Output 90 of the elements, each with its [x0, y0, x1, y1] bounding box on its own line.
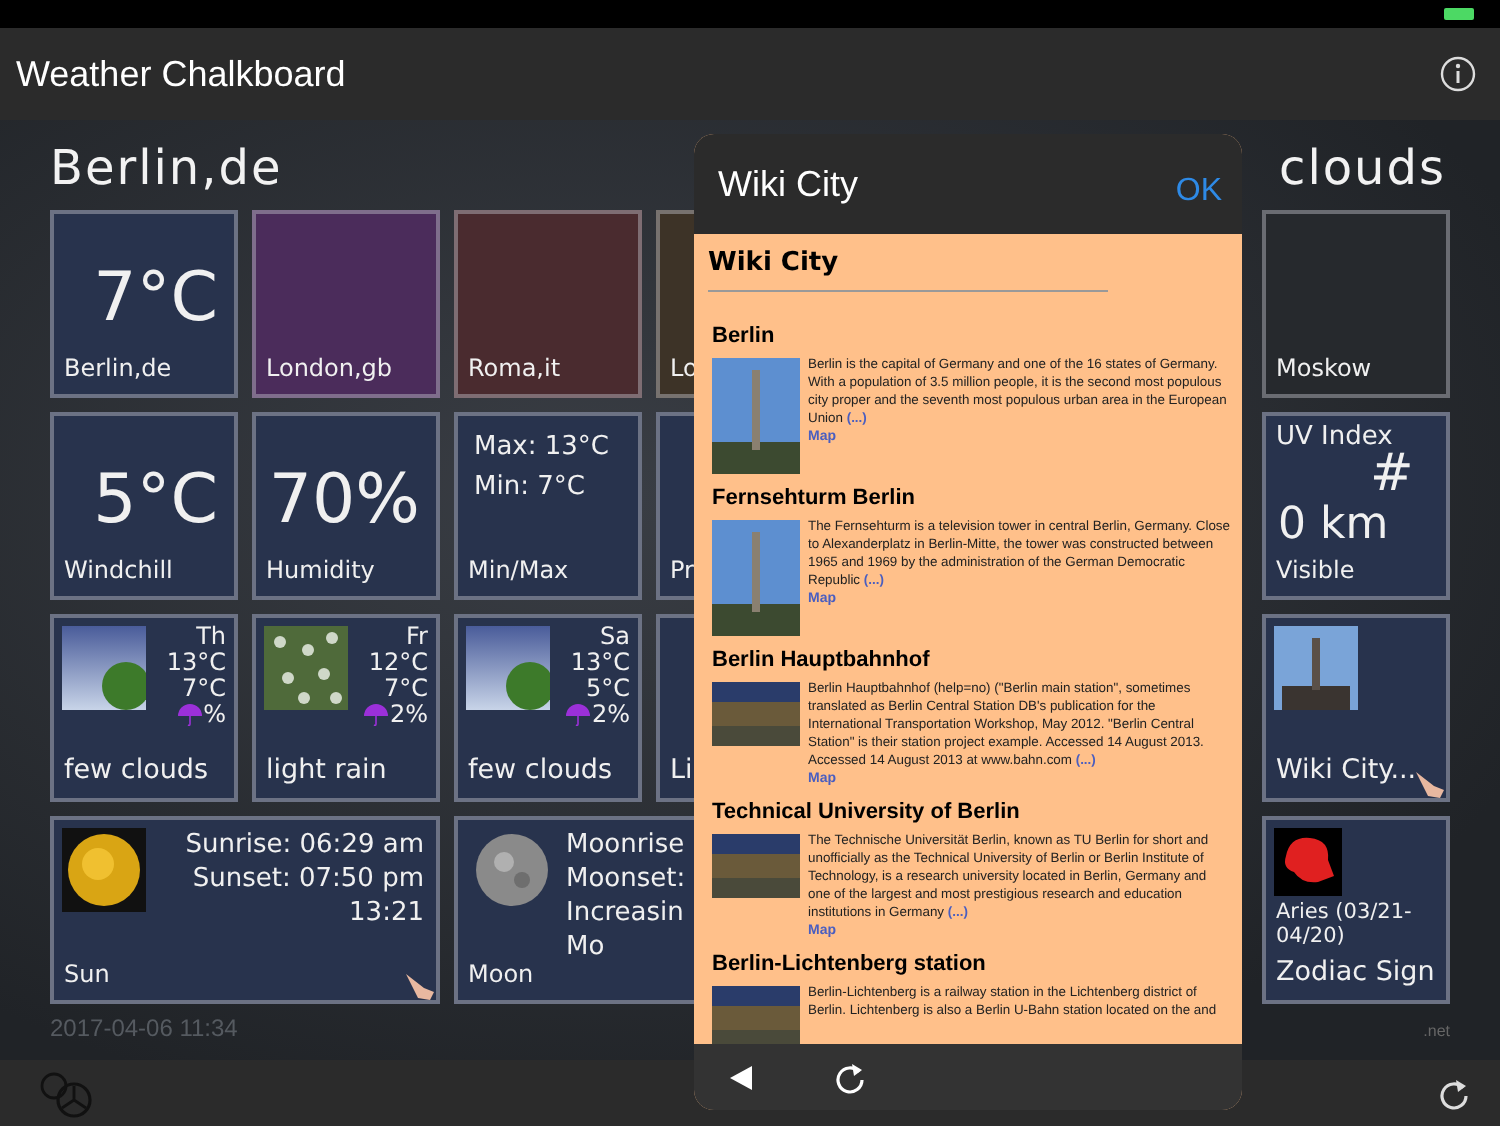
- tile-label: Humidity: [266, 556, 375, 584]
- cloudy-tile[interactable]: Th 13°C 7°C % few clouds: [50, 614, 238, 802]
- info-icon[interactable]: [1440, 56, 1476, 92]
- photo-placeholder: [1274, 626, 1358, 710]
- tile-label: Sun: [64, 960, 110, 988]
- tile-label: Min/Max: [468, 556, 569, 584]
- photo-placeholder: [712, 834, 800, 898]
- forecast-description: Li: [670, 754, 693, 786]
- back-icon[interactable]: [730, 1065, 754, 1089]
- credit-text: .net: [1423, 1022, 1450, 1042]
- tile-value: 7°C: [93, 258, 218, 338]
- forecast-day: Th: [196, 624, 226, 650]
- app-title: Weather Chalkboard: [16, 53, 346, 95]
- article-title: Berlin Hauptbahnhof: [712, 648, 930, 672]
- zodiac-tile[interactable]: Aries (03/21-04/20) Zodiac Sign: [1262, 816, 1450, 1004]
- tile-label: Roma,it: [468, 354, 561, 382]
- city-tile[interactable]: 7°C Berlin,de: [50, 210, 238, 398]
- tile-label: Pr: [670, 556, 694, 584]
- moon-info-line: Moonrise: [566, 828, 686, 862]
- forecast-day: Sa: [600, 624, 630, 650]
- tile-label: Moskow: [1276, 354, 1372, 382]
- city-tile[interactable]: London,gb: [252, 210, 440, 398]
- photo-placeholder: [712, 358, 800, 474]
- umbrella-icon: [363, 704, 388, 726]
- moon-info-line: Moonset:: [566, 862, 686, 896]
- city-tile[interactable]: Roma,it: [454, 210, 642, 398]
- city-heading: Berlin,de: [50, 139, 283, 195]
- page-heading: Wiki City: [708, 248, 839, 278]
- sun-info-line: Sunrise: 06:29 am: [185, 828, 424, 862]
- photo-placeholder: [712, 986, 800, 1044]
- refresh-icon[interactable]: [834, 1061, 866, 1093]
- tile-label: Wiki City...: [1276, 754, 1417, 786]
- update-timestamp: 2017-04-06 11:34: [50, 1014, 238, 1042]
- sun-info-line: 13:21: [349, 896, 424, 930]
- pointing-hand-icon: [1414, 770, 1446, 798]
- sun-drawing: [62, 828, 146, 912]
- popover-title: Wiki City: [718, 163, 858, 205]
- forecast-low: 7°C: [181, 676, 226, 702]
- forecast-day: Fr: [406, 624, 428, 650]
- minmax-tile[interactable]: Max: 13°C Min: 7°C Min/Max: [454, 412, 642, 600]
- tile-label: Zodiac Sign: [1276, 956, 1435, 988]
- battery-icon: [1444, 8, 1474, 20]
- rain-chance: 2%: [591, 702, 630, 728]
- forecast-high: 13°C: [570, 650, 630, 676]
- rain-chance: 2%: [389, 702, 428, 728]
- forecast-description: light rain: [266, 754, 387, 786]
- umbrella-icon: [177, 704, 202, 726]
- condition-heading: clouds: [1279, 139, 1446, 195]
- cloudy-tile[interactable]: Sa 13°C 5°C 2% few clouds: [454, 614, 642, 802]
- article-title: Berlin: [712, 324, 775, 348]
- forecast-description: few clouds: [64, 754, 208, 786]
- sun-info-line: Sunset: 07:50 pm: [192, 862, 424, 896]
- min-temperature: Min: 7°C: [474, 472, 585, 502]
- forecast-high: 12°C: [368, 650, 428, 676]
- photo-placeholder: [712, 682, 800, 746]
- max-temperature: Max: 13°C: [474, 432, 610, 462]
- pointing-hand-icon: [404, 972, 436, 1000]
- tile-label: Visible: [1276, 556, 1355, 584]
- sun-tile[interactable]: Sunrise: 06:29 am Sunset: 07:50 pm 13:21 Sun: [50, 816, 440, 1004]
- photo-placeholder: [712, 520, 800, 636]
- city-tile[interactable]: Moskow: [1262, 210, 1450, 398]
- tile-label: Moon: [468, 960, 534, 988]
- tile-value: 70%: [268, 460, 420, 540]
- ok-button[interactable]: OK: [1175, 158, 1226, 210]
- forecast-low: 7°C: [383, 676, 428, 702]
- umbrella-icon: [565, 704, 590, 726]
- uv-tile[interactable]: UV Index # 0 km Visible: [1262, 412, 1450, 600]
- tile-value: 5°C: [93, 460, 218, 540]
- moon-drawing: [474, 832, 550, 908]
- forecast-low: 5°C: [585, 676, 630, 702]
- photo-placeholder: [62, 626, 146, 710]
- rainy-tile[interactable]: Fr 12°C 7°C 2% light rain: [252, 614, 440, 802]
- tile-label: Windchill: [64, 556, 173, 584]
- photo-placeholder: [466, 626, 550, 710]
- refresh-icon[interactable]: [1438, 1077, 1470, 1109]
- value-tile[interactable]: 5°C Windchill: [50, 412, 238, 600]
- tile-label: Berlin,de: [64, 354, 172, 382]
- forecast-description: few clouds: [468, 754, 612, 786]
- forecast-high: 13°C: [166, 650, 226, 676]
- ram-icon: [1274, 828, 1342, 896]
- rain-chance: %: [203, 702, 226, 728]
- moon-info-line: Increasin: [566, 896, 686, 930]
- visibility-value: 0 km: [1278, 500, 1389, 550]
- wiki-tile[interactable]: Wiki City...: [1262, 614, 1450, 802]
- moon-info-line: Mo: [566, 930, 607, 964]
- zodiac-sign-name: Aries (03/21-04/20): [1276, 900, 1414, 948]
- article-title: Fernsehturm Berlin: [712, 486, 915, 510]
- value-tile[interactable]: 70% Humidity: [252, 412, 440, 600]
- tile-label: London,gb: [266, 354, 393, 382]
- photo-placeholder: [264, 626, 348, 710]
